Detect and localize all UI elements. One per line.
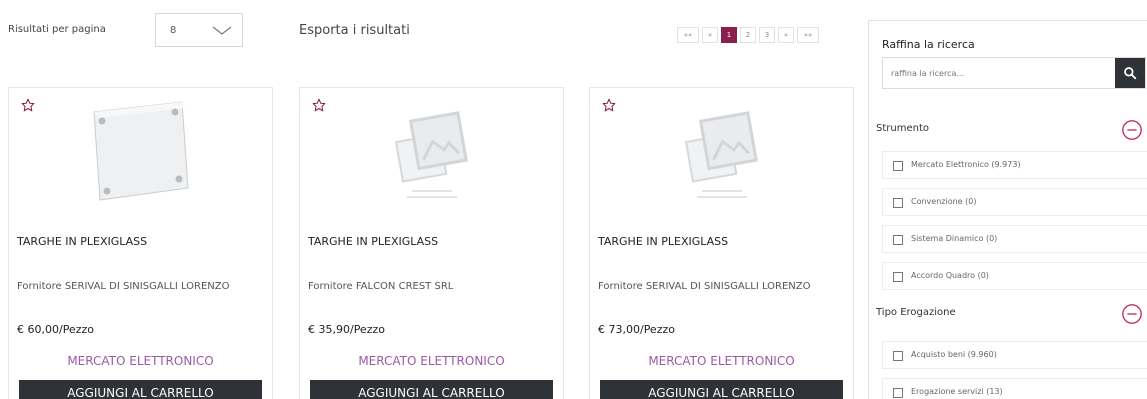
product-supplier: Fornitore SERIVAL DI SINISGALLI LORENZO xyxy=(17,281,230,292)
search-button[interactable] xyxy=(1115,58,1145,88)
product-card: TARGHE IN PLEXIGLASS Fornitore FALCON CR… xyxy=(299,87,564,399)
chevron-down-icon xyxy=(212,26,232,35)
checkbox[interactable] xyxy=(893,161,903,171)
product-channel: MERCATO ELETTRONICO xyxy=(67,354,214,368)
product-supplier: Fornitore FALCON CREST SRL xyxy=(308,281,454,292)
filter-item-label: Erogazione servizi (13) xyxy=(911,387,1003,396)
page-button-1[interactable]: 1 xyxy=(721,27,737,43)
page-button-3[interactable]: 3 xyxy=(759,27,775,43)
product-card: TARGHE IN PLEXIGLASS Fornitore SERIVAL D… xyxy=(589,87,854,399)
refine-search-title: Raffina la ricerca xyxy=(882,38,975,51)
collapse-icon[interactable] xyxy=(1121,119,1143,141)
filter-item-label: Convenzione (0) xyxy=(911,197,977,206)
filter-item-acquisto-beni[interactable]: Acquisto beni (9.960) xyxy=(882,341,1147,369)
filter-group-title: Tipo Erogazione xyxy=(876,307,956,318)
page-last-button[interactable]: »» xyxy=(797,27,819,43)
plexiglass-sign-photo xyxy=(92,101,189,201)
product-price: € 73,00/Pezzo xyxy=(598,323,675,336)
product-title[interactable]: TARGHE IN PLEXIGLASS xyxy=(308,235,438,248)
pagination: «« « 1 2 3 » »» xyxy=(677,27,819,43)
filter-item-label: Acquisto beni (9.960) xyxy=(911,350,997,359)
product-channel: MERCATO ELETTRONICO xyxy=(648,354,795,368)
product-title[interactable]: TARGHE IN PLEXIGLASS xyxy=(17,235,147,248)
star-icon[interactable] xyxy=(602,98,616,112)
product-image[interactable] xyxy=(9,96,272,206)
checkbox[interactable] xyxy=(893,235,903,245)
results-per-page-select[interactable]: 8 xyxy=(155,13,243,47)
page-next-button[interactable]: » xyxy=(778,27,794,43)
filter-item-label: Accordo Quadro (0) xyxy=(911,271,989,280)
product-price: € 60,00/Pezzo xyxy=(17,323,94,336)
image-placeholder-icon xyxy=(684,111,758,198)
export-results-link[interactable]: Esporta i risultati xyxy=(299,23,410,38)
product-price: € 35,90/Pezzo xyxy=(308,323,385,336)
page-prev-button[interactable]: « xyxy=(702,27,718,43)
results-per-page-value: 8 xyxy=(170,25,177,36)
product-channel: MERCATO ELETTRONICO xyxy=(358,354,505,368)
filter-item-label: Mercato Elettronico (9.973) xyxy=(911,160,1021,169)
results-per-page-label: Risultati per pagina xyxy=(8,24,106,35)
product-title[interactable]: TARGHE IN PLEXIGLASS xyxy=(598,235,728,248)
refine-search-input[interactable] xyxy=(883,58,1119,88)
star-icon[interactable] xyxy=(312,98,326,112)
refine-search-box xyxy=(882,57,1146,89)
refine-search-panel: Raffina la ricerca Strumento Mercato Ele… xyxy=(868,20,1147,399)
add-to-cart-button[interactable]: AGGIUNGI AL CARRELLO xyxy=(19,380,262,399)
filter-item-erogazione-servizi[interactable]: Erogazione servizi (13) xyxy=(882,378,1147,399)
checkbox[interactable] xyxy=(893,272,903,282)
add-to-cart-button[interactable]: AGGIUNGI AL CARRELLO xyxy=(310,380,553,399)
page-button-2[interactable]: 2 xyxy=(740,27,756,43)
filter-item-sistema-dinamico[interactable]: Sistema Dinamico (0) xyxy=(882,225,1147,253)
product-image[interactable] xyxy=(300,96,563,206)
add-to-cart-button[interactable]: AGGIUNGI AL CARRELLO xyxy=(600,380,843,399)
checkbox[interactable] xyxy=(893,351,903,361)
checkbox[interactable] xyxy=(893,388,903,398)
star-icon[interactable] xyxy=(21,98,35,112)
checkbox[interactable] xyxy=(893,198,903,208)
product-image[interactable] xyxy=(590,96,853,206)
page-first-button[interactable]: «« xyxy=(677,27,699,43)
product-card: TARGHE IN PLEXIGLASS Fornitore SERIVAL D… xyxy=(8,87,273,399)
product-supplier: Fornitore SERIVAL DI SINISGALLI LORENZO xyxy=(598,281,811,292)
filter-item-convenzione[interactable]: Convenzione (0) xyxy=(882,188,1147,216)
filter-item-accordo-quadro[interactable]: Accordo Quadro (0) xyxy=(882,262,1147,290)
filter-group-title: Strumento xyxy=(876,123,929,134)
filter-item-label: Sistema Dinamico (0) xyxy=(911,234,998,243)
filter-item-mercato-elettronico[interactable]: Mercato Elettronico (9.973) xyxy=(882,151,1147,179)
collapse-icon[interactable] xyxy=(1121,303,1143,325)
image-placeholder-icon xyxy=(394,111,468,198)
search-icon xyxy=(1124,67,1137,80)
